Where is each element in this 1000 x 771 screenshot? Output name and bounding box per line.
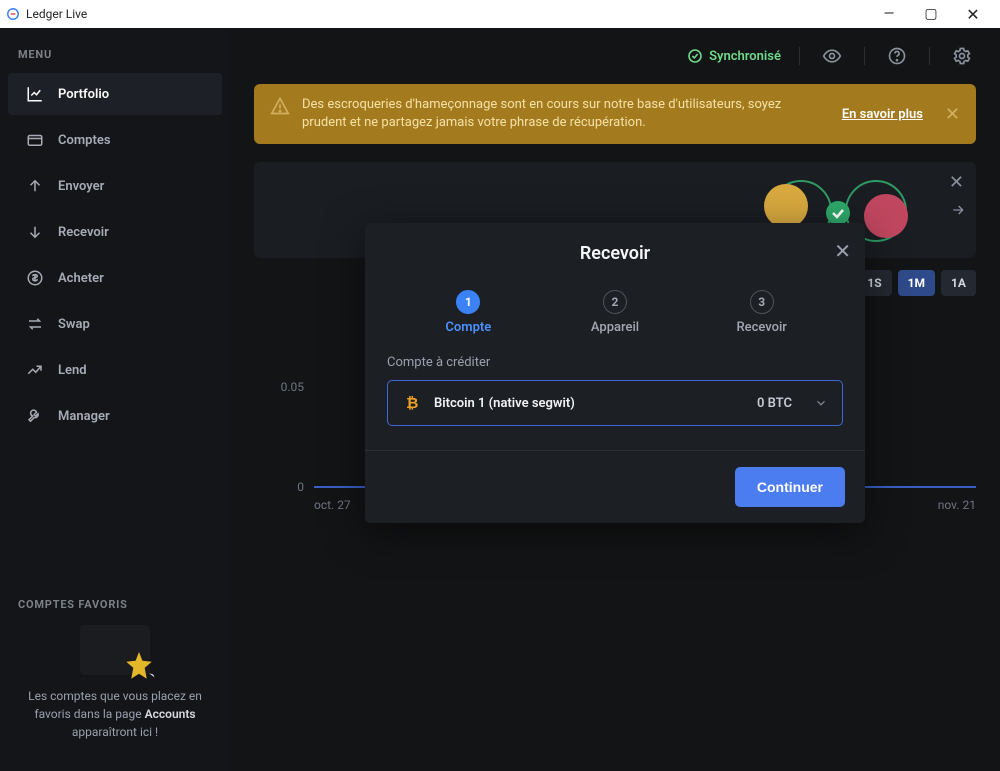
sidebar-item-label: Envoyer <box>58 179 104 194</box>
favorites-section: COMPTES FAVORIS Les comptes que vous pla… <box>0 586 230 771</box>
sync-status: Synchronisé <box>687 48 781 64</box>
help-icon <box>887 46 907 66</box>
receive-modal: Recevoir ✕ 1 Compte 2 Appareil 3 Recevoi… <box>365 223 865 523</box>
range-1m-button[interactable]: 1M <box>898 270 935 296</box>
chart-xtick: oct. 27 <box>314 498 351 512</box>
main-content: Synchronisé Des escroqueries d'hameçonna… <box>230 28 1000 771</box>
window-minimize-button[interactable]: — <box>868 6 910 22</box>
promo-next-button[interactable] <box>950 202 966 218</box>
account-name: Bitcoin 1 (native segwit) <box>434 396 745 411</box>
app-logo-icon <box>6 7 20 21</box>
account-balance: 0 BTC <box>757 396 792 411</box>
topbar: Synchronisé <box>230 28 1000 84</box>
separator <box>799 47 800 65</box>
sidebar-item-buy[interactable]: Acheter <box>8 257 222 299</box>
check-circle-icon <box>687 48 703 64</box>
window-title: Ledger Live <box>26 7 87 21</box>
warning-triangle-icon <box>270 96 290 116</box>
arrow-down-icon <box>26 223 44 241</box>
continue-button[interactable]: Continuer <box>735 467 845 507</box>
favorites-placeholder-icon <box>80 625 150 675</box>
favorites-help-text: Les comptes que vous placez en favoris d… <box>18 687 212 741</box>
gear-icon <box>952 46 972 66</box>
bitcoin-icon: ₿ <box>402 393 422 413</box>
step-account: 1 Compte <box>395 290 542 335</box>
sidebar-item-label: Acheter <box>58 271 104 286</box>
wallet-icon <box>26 131 44 149</box>
sidebar-item-lend[interactable]: Lend <box>8 349 222 391</box>
menu-section-label: MENU <box>0 48 230 71</box>
swap-icon <box>26 315 44 333</box>
step-receive: 3 Recevoir <box>688 290 835 335</box>
arrow-right-icon <box>950 202 966 218</box>
window-titlebar: Ledger Live — ▢ ✕ <box>0 0 1000 28</box>
step-number: 1 <box>456 290 480 314</box>
eye-icon <box>822 46 842 66</box>
chart-xtick: nov. 21 <box>938 498 976 512</box>
step-number: 3 <box>750 290 774 314</box>
dollar-icon <box>26 269 44 287</box>
step-label: Appareil <box>542 320 689 335</box>
step-number: 2 <box>603 290 627 314</box>
sidebar-item-swap[interactable]: Swap <box>8 303 222 345</box>
sidebar-item-receive[interactable]: Recevoir <box>8 211 222 253</box>
modal-close-button[interactable]: ✕ <box>834 239 851 263</box>
account-select-dropdown[interactable]: ₿ Bitcoin 1 (native segwit) 0 BTC <box>387 380 843 426</box>
sidebar-item-label: Swap <box>58 317 90 332</box>
range-1y-button[interactable]: 1A <box>941 270 976 296</box>
promo-close-button[interactable]: ✕ <box>949 172 964 193</box>
banner-close-button[interactable]: ✕ <box>945 104 960 125</box>
sidebar-item-label: Lend <box>58 363 87 378</box>
arrow-up-icon <box>26 177 44 195</box>
sidebar: MENU Portfolio Comptes Envoyer Recevoir <box>0 28 230 771</box>
window-close-button[interactable]: ✕ <box>952 5 994 24</box>
step-label: Recevoir <box>688 320 835 335</box>
account-field-label: Compte à créditer <box>387 355 843 370</box>
modal-stepper: 1 Compte 2 Appareil 3 Recevoir <box>365 272 865 345</box>
sidebar-item-send[interactable]: Envoyer <box>8 165 222 207</box>
sidebar-item-label: Recevoir <box>58 225 109 240</box>
chart-ytick: 0.05 <box>254 380 304 394</box>
sidebar-item-portfolio[interactable]: Portfolio <box>8 73 222 115</box>
chart-line-icon <box>26 85 44 103</box>
step-label: Compte <box>395 320 542 335</box>
modal-title: Recevoir <box>385 243 845 264</box>
chevron-down-icon <box>814 396 828 410</box>
window-maximize-button[interactable]: ▢ <box>910 6 952 22</box>
chart-ytick: 0 <box>254 480 304 494</box>
trend-up-icon <box>26 361 44 379</box>
svg-text:₿: ₿ <box>406 394 418 412</box>
sidebar-item-label: Comptes <box>58 133 111 148</box>
help-button[interactable] <box>883 42 911 70</box>
settings-button[interactable] <box>948 42 976 70</box>
visibility-toggle-button[interactable] <box>818 42 846 70</box>
banner-learn-more-link[interactable]: En savoir plus <box>842 107 923 122</box>
warning-banner: Des escroqueries d'hameçonnage sont en c… <box>254 84 976 144</box>
banner-message: Des escroqueries d'hameçonnage sont en c… <box>302 96 822 132</box>
sidebar-item-accounts[interactable]: Comptes <box>8 119 222 161</box>
tools-icon <box>26 407 44 425</box>
favorites-label: COMPTES FAVORIS <box>18 598 212 611</box>
separator <box>929 47 930 65</box>
sidebar-item-label: Manager <box>58 409 110 424</box>
step-device: 2 Appareil <box>542 290 689 335</box>
sidebar-item-label: Portfolio <box>58 87 109 102</box>
separator <box>864 47 865 65</box>
sidebar-item-manager[interactable]: Manager <box>8 395 222 437</box>
